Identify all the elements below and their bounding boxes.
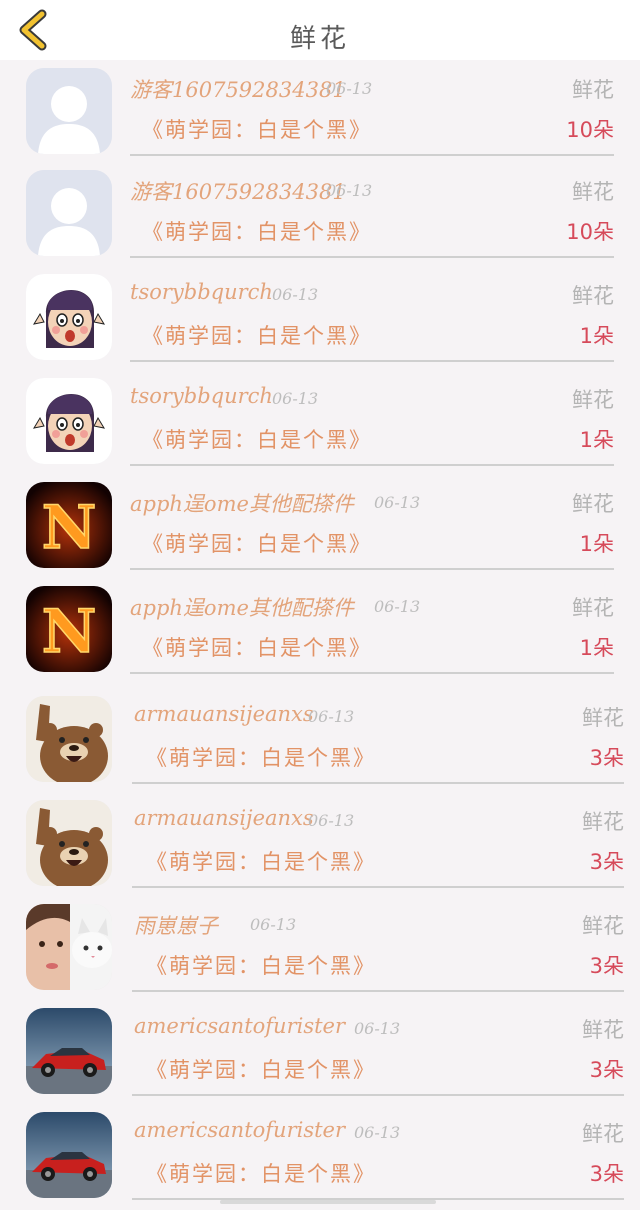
user-name: americsantofurister — [134, 1014, 346, 1038]
gift-date: 06-13 — [272, 285, 319, 304]
avatar[interactable]: N — [26, 482, 112, 568]
avatar[interactable] — [26, 68, 112, 154]
gift-date: 06-13 — [326, 79, 373, 98]
list-item[interactable]: tsorybbqurch 06-13 鲜花 《萌学园：白是个黑》 1朵 — [0, 268, 640, 372]
gift-date: 06-13 — [308, 707, 355, 726]
divider — [132, 886, 624, 888]
book-title: 《萌学园：白是个黑》 — [142, 532, 372, 556]
gift-type: 鲜花 — [572, 596, 614, 620]
gift-count: 1朵 — [579, 532, 614, 556]
book-title: 《萌学园：白是个黑》 — [142, 118, 372, 142]
gift-count: 1朵 — [579, 428, 614, 452]
list-item[interactable]: N apph逞ome其他配搽件 06-13 鲜花 《萌学园：白是个黑》 1朵 — [0, 580, 640, 684]
gift-type: 鲜花 — [572, 284, 614, 308]
gift-date: 06-13 — [272, 389, 319, 408]
avatar[interactable] — [26, 904, 112, 990]
page-title: 鲜花 — [289, 24, 350, 54]
svg-text:N: N — [42, 597, 97, 667]
gift-count: 3朵 — [589, 850, 624, 874]
gift-count: 1朵 — [579, 324, 614, 348]
gift-date: 06-13 — [308, 811, 355, 830]
user-name: 雨崽崽子 — [134, 914, 218, 938]
gift-count: 10朵 — [566, 220, 614, 244]
book-title: 《萌学园：白是个黑》 — [142, 324, 372, 348]
svg-text:N: N — [42, 493, 97, 563]
user-name: apph逞ome其他配搽件 — [130, 596, 354, 620]
book-title: 《萌学园：白是个黑》 — [142, 220, 372, 244]
user-name: apph逞ome其他配搽件 — [130, 492, 354, 516]
divider — [130, 360, 614, 362]
list-item[interactable]: americsantofurister 06-13 鲜花 《萌学园：白是个黑》 … — [0, 1106, 640, 1210]
user-name: armauansijeanxs — [134, 702, 314, 726]
list-item[interactable]: armauansijeanxs 06-13 鲜花 《萌学园：白是个黑》 3朵 — [0, 794, 640, 898]
user-name: tsorybbqurch — [130, 280, 273, 304]
gift-date: 06-13 — [374, 493, 421, 512]
avatar[interactable] — [26, 378, 112, 464]
list-item[interactable]: 游客1607592834381 06-13 鲜花 《萌学园：白是个黑》 10朵 — [0, 62, 640, 166]
avatar[interactable] — [26, 800, 112, 886]
user-name: 游客1607592834381 — [130, 78, 346, 102]
book-title: 《萌学园：白是个黑》 — [142, 636, 372, 660]
divider — [130, 464, 614, 466]
gift-type: 鲜花 — [582, 1018, 624, 1042]
gift-count: 3朵 — [589, 746, 624, 770]
header-bar: 鲜花 — [0, 0, 640, 60]
divider — [130, 256, 614, 258]
user-name: armauansijeanxs — [134, 806, 314, 830]
avatar[interactable] — [26, 1008, 112, 1094]
avatar[interactable] — [26, 1112, 112, 1198]
divider — [130, 154, 614, 156]
book-title: 《萌学园：白是个黑》 — [142, 428, 372, 452]
list-item[interactable]: armauansijeanxs 06-13 鲜花 《萌学园：白是个黑》 3朵 — [0, 690, 640, 794]
list-item[interactable]: americsantofurister 06-13 鲜花 《萌学园：白是个黑》 … — [0, 1002, 640, 1106]
book-title: 《萌学园：白是个黑》 — [146, 1162, 376, 1186]
list-item[interactable]: tsorybbqurch 06-13 鲜花 《萌学园：白是个黑》 1朵 — [0, 372, 640, 476]
gift-type: 鲜花 — [582, 810, 624, 834]
list-item[interactable]: 游客1607592834381 06-13 鲜花 《萌学园：白是个黑》 10朵 — [0, 164, 640, 268]
gift-date: 06-13 — [374, 597, 421, 616]
book-title: 《萌学园：白是个黑》 — [146, 954, 376, 978]
list-item[interactable]: 雨崽崽子 06-13 鲜花 《萌学园：白是个黑》 3朵 — [0, 898, 640, 1002]
list-item[interactable]: N apph逞ome其他配搽件 06-13 鲜花 《萌学园：白是个黑》 1朵 — [0, 476, 640, 580]
gift-type: 鲜花 — [582, 706, 624, 730]
divider — [130, 568, 614, 570]
gift-count: 3朵 — [589, 1058, 624, 1082]
gift-count: 1朵 — [579, 636, 614, 660]
gift-count: 3朵 — [589, 1162, 624, 1186]
book-title: 《萌学园：白是个黑》 — [146, 850, 376, 874]
divider — [132, 990, 624, 992]
gift-date: 06-13 — [354, 1123, 401, 1142]
avatar[interactable] — [26, 170, 112, 256]
avatar[interactable] — [26, 696, 112, 782]
user-name: tsorybbqurch — [130, 384, 273, 408]
gift-date: 06-13 — [354, 1019, 401, 1038]
divider — [132, 782, 624, 784]
gift-type: 鲜花 — [582, 914, 624, 938]
book-title: 《萌学园：白是个黑》 — [146, 1058, 376, 1082]
gift-type: 鲜花 — [572, 78, 614, 102]
gift-type: 鲜花 — [582, 1122, 624, 1146]
gift-count: 3朵 — [589, 954, 624, 978]
gift-type: 鲜花 — [572, 388, 614, 412]
avatar[interactable] — [26, 274, 112, 360]
user-name: 游客1607592834381 — [130, 180, 346, 204]
book-title: 《萌学园：白是个黑》 — [146, 746, 376, 770]
divider — [132, 1094, 624, 1096]
scroll-indicator[interactable] — [220, 1200, 436, 1204]
gift-count: 10朵 — [566, 118, 614, 142]
gift-date: 06-13 — [250, 915, 297, 934]
gift-date: 06-13 — [326, 181, 373, 200]
gift-type: 鲜花 — [572, 492, 614, 516]
gift-type: 鲜花 — [572, 180, 614, 204]
avatar[interactable]: N — [26, 586, 112, 672]
divider — [130, 672, 614, 674]
user-name: americsantofurister — [134, 1118, 346, 1142]
